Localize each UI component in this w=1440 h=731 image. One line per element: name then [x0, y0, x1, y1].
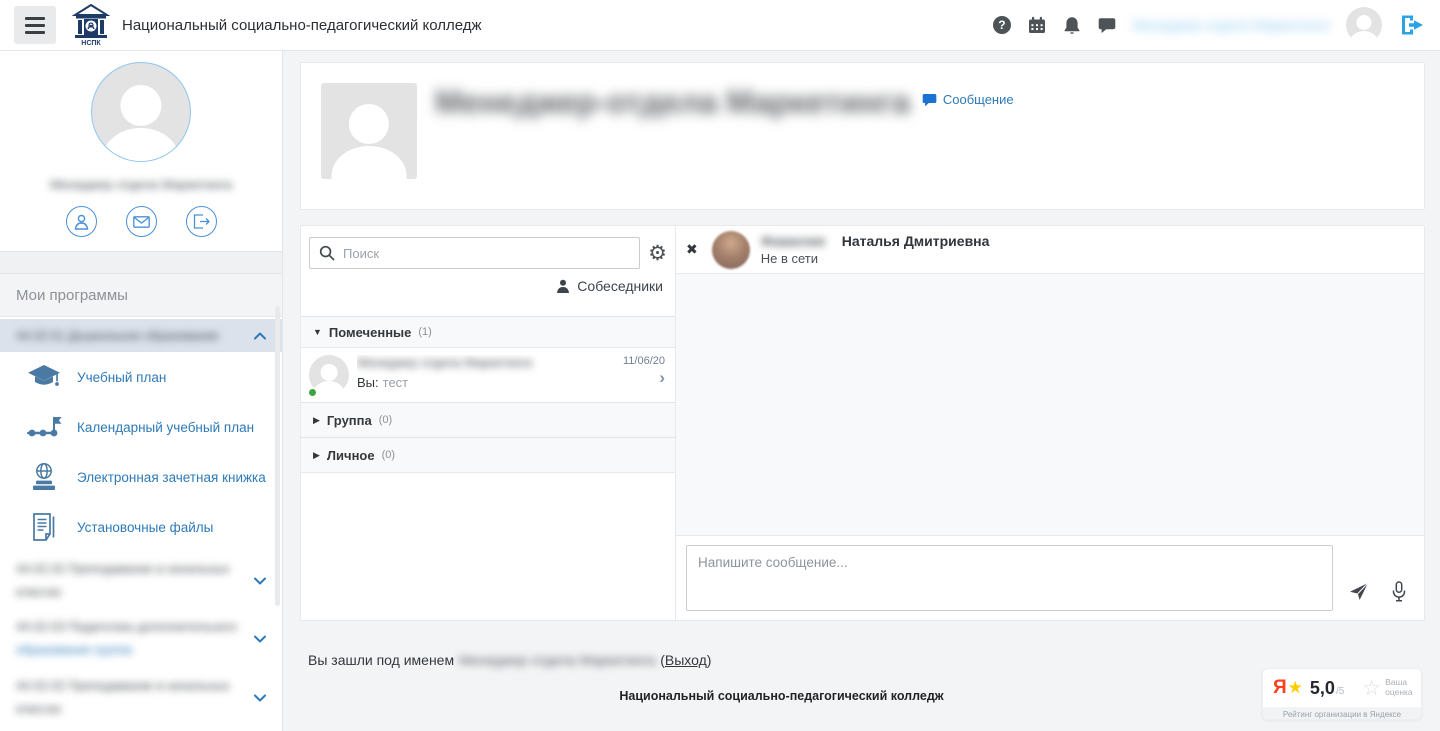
college-logo[interactable]: НСПК [72, 4, 110, 46]
help-icon[interactable]: ? [993, 16, 1011, 34]
hamburger-icon [25, 17, 45, 20]
section-private[interactable]: ▶ Личное (0) [301, 437, 675, 472]
contacts-toggle[interactable]: Собеседники [301, 271, 675, 301]
sidebar-item-gradebook[interactable]: Электронная зачетная книжка [0, 452, 282, 502]
sidebar-item-label: Учебный план [77, 370, 166, 385]
collapsed-program-item[interactable]: 44.02.02 Преподавание в начальных класса… [0, 552, 282, 610]
footer-college-name: Национальный социально-педагогический ко… [283, 689, 1280, 703]
collapsed-program-item[interactable]: 44.02.02 Преподавание в начальных класса… [0, 669, 282, 727]
notifications-bell-icon[interactable] [1063, 16, 1081, 35]
chevron-down-icon [254, 635, 266, 643]
triangle-right-icon: ▶ [313, 450, 320, 461]
profile-card: Менеджер-отдела Маркетинга Сообщение [300, 62, 1425, 210]
chevron-right-icon: › [623, 369, 665, 386]
badge-caption: Рейтинг организации в Яндексе [1263, 707, 1421, 720]
chat-panel: ✖ Фамилия Наталья Дмитриевна Не в сети [676, 226, 1424, 620]
section-favourites[interactable]: ▼ Помеченные (1) [301, 316, 675, 347]
topbar: НСПК Национальный социально-педагогическ… [0, 0, 1440, 51]
profile-card-name: Менеджер-отдела Маркетинга [435, 83, 910, 121]
sidebar-item-curriculum[interactable]: Учебный план [0, 352, 282, 402]
profile-user-icon[interactable] [66, 206, 97, 237]
programs-section-label: Мои программы [0, 274, 282, 317]
yandex-rating-badge[interactable]: Я ★ 5,0 /5 ☆ Вашаоценка Рейтинг организа… [1262, 668, 1422, 720]
search-box [309, 237, 640, 269]
chat-contact-status: Не в сети [761, 251, 990, 266]
triangle-right-icon: ▶ [313, 415, 320, 426]
milestones-icon [22, 415, 66, 439]
site-title: Национальный социально-педагогический ко… [122, 17, 482, 34]
collapsed-program-item[interactable]: 44.02.03 Педагогика дополнительного обра… [0, 610, 282, 668]
conversation-name: Менеджер отдела Маркетинга [357, 356, 623, 370]
message-bubble-icon [922, 93, 937, 107]
gradebook-globe-icon [22, 462, 66, 492]
sidebar-item-setup-files[interactable]: Установочные файлы [0, 502, 282, 552]
contacts-label: Собеседники [577, 278, 663, 294]
conversation-item[interactable]: Менеджер отдела Маркетинга Вы:тест 11/06… [301, 347, 675, 402]
message-input[interactable] [686, 545, 1333, 611]
microphone-icon[interactable] [1392, 581, 1406, 602]
footer: Вы зашли под именем Менеджер отдела Марк… [283, 621, 1440, 731]
active-program-item[interactable]: 44.02.01 Дошкольное образование [0, 319, 282, 352]
menu-toggle-button[interactable] [14, 6, 56, 44]
conversation-avatar [309, 355, 349, 395]
message-link-label: Сообщение [943, 92, 1014, 107]
conversation-preview: Вы:тест [357, 375, 623, 390]
logout-icon[interactable] [1399, 13, 1426, 37]
section-group[interactable]: ▶ Группа (0) [301, 402, 675, 437]
sidebar-item-label: Календарный учебный план [77, 420, 254, 435]
chat-message-history [676, 274, 1424, 536]
logout-link[interactable]: Выход [665, 652, 707, 668]
graduation-cap-icon [22, 364, 66, 391]
login-name: Менеджер отдела Маркетинга [459, 652, 655, 668]
conversation-list-empty [301, 472, 675, 620]
building-icon: НСПК [72, 4, 110, 46]
messaging-sidebar: ⚙ Собеседники ▼ Помеченные (1) [301, 226, 676, 620]
chevron-up-icon [254, 332, 266, 340]
calendar-icon[interactable] [1028, 16, 1046, 34]
chat-contact-name: Фамилия Наталья Дмитриевна [761, 233, 990, 249]
chat-contact-avatar [712, 231, 750, 269]
collapsed-program-item[interactable]: 44.02.03 Педагогика дополнительного [0, 727, 282, 731]
online-status-dot [307, 387, 318, 398]
topbar-username[interactable]: Менеджер отдела Маркетинга [1133, 17, 1329, 33]
star-filled-icon: ★ [1288, 678, 1303, 698]
rating-value: 5,0 [1310, 678, 1335, 699]
person-icon [556, 279, 570, 293]
main-content: Менеджер-отдела Маркетинга Сообщение [283, 51, 1440, 731]
star-outline-icon: ☆ [1362, 678, 1381, 699]
messaging-panel: ⚙ Собеседники ▼ Помеченные (1) [300, 225, 1425, 621]
sidebar-divider-strip [0, 252, 282, 274]
sidebar-profile-name: Менеджер отдела Маркетинга [0, 177, 282, 192]
profile-card-avatar [321, 83, 417, 179]
triangle-down-icon: ▼ [313, 327, 322, 337]
rating-max: /5 [1336, 686, 1344, 697]
send-icon[interactable] [1349, 581, 1369, 601]
chat-header: ✖ Фамилия Наталья Дмитриевна Не в сети [676, 226, 1424, 274]
document-icon [22, 512, 66, 542]
login-info: Вы зашли под именем Менеджер отдела Марк… [283, 652, 1440, 668]
chevron-down-icon [254, 577, 266, 585]
sidebar-scrollbar[interactable] [275, 306, 280, 606]
sidebar-item-label: Электронная зачетная книжка [77, 470, 266, 485]
message-link[interactable]: Сообщение [922, 92, 1014, 107]
sidebar: Менеджер отдела Маркетинга [0, 51, 283, 731]
sidebar-profile-avatar [91, 62, 191, 162]
topbar-avatar[interactable] [1346, 7, 1382, 43]
search-input[interactable] [343, 246, 630, 261]
yandex-logo-letter: Я [1273, 677, 1287, 699]
conversation-date: 11/06/20 [623, 355, 665, 367]
search-icon [319, 245, 335, 261]
profile-logout-icon[interactable] [186, 206, 217, 237]
messages-bubble-icon[interactable] [1098, 17, 1116, 34]
chat-input-area [676, 536, 1424, 620]
sidebar-item-calendar-curriculum[interactable]: Календарный учебный план [0, 402, 282, 452]
close-icon[interactable]: ✖ [686, 241, 698, 258]
chevron-down-icon [254, 694, 266, 702]
your-rating-label: Вашаоценка [1385, 678, 1413, 698]
profile-mail-icon[interactable] [126, 206, 157, 237]
svg-text:НСПК: НСПК [81, 40, 101, 46]
sidebar-profile-block: Менеджер отдела Маркетинга [0, 51, 282, 252]
sidebar-item-label: Установочные файлы [77, 520, 213, 535]
settings-gear-icon[interactable]: ⚙ [648, 243, 667, 264]
